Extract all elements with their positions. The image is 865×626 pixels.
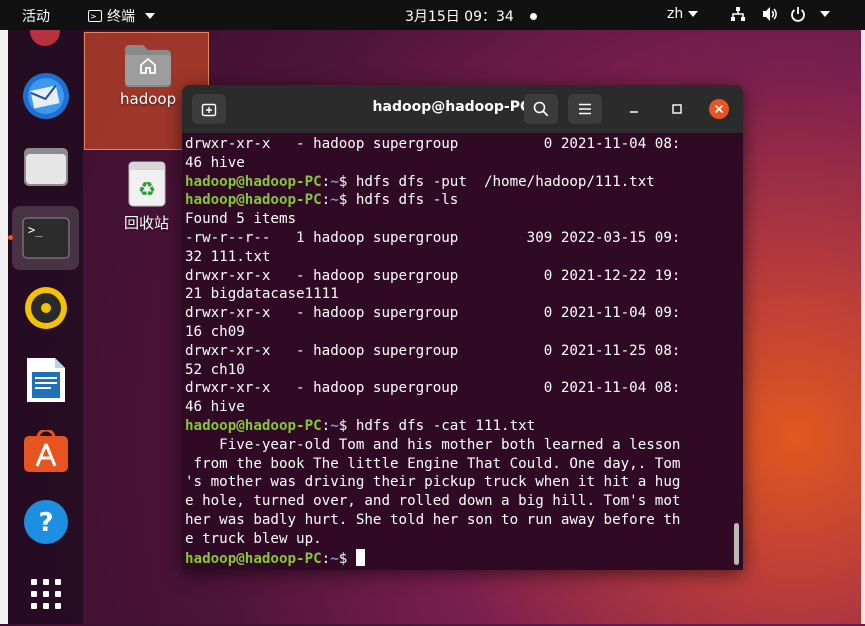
output-line: e hole, turned over, and rolled down a b… bbox=[185, 493, 681, 510]
command-text: $ bbox=[338, 550, 356, 567]
app-menu-label: 终端 bbox=[107, 9, 135, 25]
running-indicator-icon bbox=[8, 235, 13, 240]
menu-button[interactable] bbox=[568, 94, 602, 124]
power-icon bbox=[791, 7, 805, 22]
app-menu[interactable]: > 终端 bbox=[88, 6, 155, 26]
dock: >_ ? bbox=[8, 30, 83, 624]
maximize-button[interactable] bbox=[667, 99, 687, 119]
window-frame-edge bbox=[0, 30, 8, 624]
output-line: 16 ch09 bbox=[185, 323, 245, 340]
command-text: $ hdfs dfs -ls bbox=[338, 192, 459, 209]
output-line: Five-year-old Tom and his mother both le… bbox=[185, 436, 681, 453]
home-folder-icon bbox=[125, 45, 171, 87]
output-line: Found 5 items bbox=[185, 211, 297, 228]
output-line: 32 111.txt bbox=[185, 248, 271, 265]
trash-icon: ♻ bbox=[128, 161, 166, 207]
terminal-header-bar[interactable]: hadoop@hadoop-PC: ~ bbox=[182, 85, 743, 133]
search-icon bbox=[533, 101, 549, 117]
svg-text:♻: ♻ bbox=[138, 177, 156, 201]
prompt-user: hadoop@hadoop-PC bbox=[185, 173, 322, 190]
output-line: 's mother was driving their pickup truck… bbox=[185, 474, 681, 491]
chevron-down-icon bbox=[145, 13, 155, 19]
writer-icon[interactable] bbox=[8, 348, 83, 412]
command-text: $ hdfs dfs -put /home/hadoop/111.txt bbox=[338, 173, 655, 190]
output-line: -rw-r--r-- 1 hadoop supergroup 309 2022-… bbox=[185, 229, 681, 246]
dock-partial-icon[interactable] bbox=[30, 30, 60, 46]
clock[interactable]: 3月15日 09：34 bbox=[405, 6, 537, 26]
show-applications-icon[interactable] bbox=[8, 562, 83, 626]
terminal-window[interactable]: hadoop@hadoop-PC: ~ drwxr-xr-x - hadoop … bbox=[182, 85, 743, 570]
minimize-button[interactable] bbox=[624, 99, 644, 119]
top-bar: 活动 > 终端 3月15日 09：34 zh bbox=[0, 0, 865, 30]
power-menu[interactable] bbox=[790, 6, 831, 26]
command-text: $ hdfs dfs -cat 111.txt bbox=[338, 417, 536, 434]
prompt-user: hadoop@hadoop-PC bbox=[185, 192, 322, 209]
hamburger-menu-icon bbox=[579, 103, 591, 115]
prompt-line: hadoop@hadoop-PC:~$ hdfs dfs -put /home/… bbox=[185, 173, 730, 192]
output-line: drwxr-xr-x - hadoop supergroup 0 2021-11… bbox=[185, 380, 681, 397]
activities-button[interactable]: 活动 bbox=[22, 6, 50, 26]
volume-icon[interactable] bbox=[762, 6, 779, 26]
output-line: 21 bigdatacase1111 bbox=[185, 286, 339, 303]
network-icon[interactable] bbox=[730, 6, 746, 26]
terminal-dock-icon[interactable]: >_ bbox=[12, 206, 79, 270]
close-icon bbox=[714, 104, 724, 114]
terminal-scrollbar[interactable] bbox=[734, 523, 739, 565]
svg-text:?: ? bbox=[38, 508, 53, 538]
chevron-down-icon bbox=[820, 11, 831, 17]
prompt-user: hadoop@hadoop-PC bbox=[185, 550, 322, 567]
window-frame-right bbox=[861, 0, 865, 624]
maximize-icon bbox=[672, 104, 682, 114]
output-line: 46 hive bbox=[185, 399, 245, 416]
output-line: 46 hive bbox=[185, 154, 245, 171]
prompt-line: hadoop@hadoop-PC:~$ bbox=[185, 548, 730, 568]
files-icon[interactable] bbox=[8, 134, 83, 198]
output-line: 52 ch10 bbox=[185, 361, 245, 378]
terminal-icon: > bbox=[88, 10, 102, 22]
output-line: drwxr-xr-x - hadoop supergroup 0 2021-12… bbox=[185, 267, 681, 284]
svg-text:>_: >_ bbox=[28, 223, 43, 237]
search-button[interactable] bbox=[524, 94, 558, 124]
rhythmbox-icon[interactable] bbox=[8, 276, 83, 340]
desktop-home-label: hadoop bbox=[120, 90, 177, 108]
help-icon[interactable]: ? bbox=[8, 490, 83, 554]
prompt-line: hadoop@hadoop-PC:~$ hdfs dfs -ls bbox=[185, 191, 730, 210]
prompt-colon: : bbox=[321, 550, 331, 567]
output-line: drwxr-xr-x - hadoop supergroup 0 2021-11… bbox=[185, 305, 681, 322]
prompt-user: hadoop@hadoop-PC bbox=[185, 417, 322, 434]
thunderbird-icon[interactable] bbox=[8, 64, 83, 128]
terminal-output[interactable]: drwxr-xr-x - hadoop supergroup 0 2021-11… bbox=[185, 135, 730, 570]
minimize-icon bbox=[630, 111, 638, 113]
output-line: drwxr-xr-x - hadoop supergroup 0 2021-11… bbox=[185, 136, 681, 152]
chevron-down-icon bbox=[688, 11, 699, 17]
output-line: her was badly hurt. She told her son to … bbox=[185, 511, 681, 528]
prompt-colon: : bbox=[321, 417, 331, 434]
notification-dot-icon bbox=[529, 12, 537, 20]
output-line: drwxr-xr-x - hadoop supergroup 0 2021-11… bbox=[185, 342, 681, 359]
prompt-colon: : bbox=[321, 173, 331, 190]
output-line: e truck blew up. bbox=[185, 530, 322, 547]
clock-text: 3月15日 09：34 bbox=[405, 9, 514, 25]
text-cursor bbox=[355, 548, 365, 566]
prompt-path: ~ bbox=[330, 192, 339, 209]
prompt-line: hadoop@hadoop-PC:~$ hdfs dfs -cat 111.tx… bbox=[185, 417, 730, 436]
output-line: from the book The little Engine That Cou… bbox=[185, 455, 681, 472]
desktop-trash-label: 回收站 bbox=[124, 214, 170, 232]
software-center-icon[interactable] bbox=[8, 420, 83, 484]
language-label: zh bbox=[667, 6, 684, 22]
prompt-path: ~ bbox=[330, 173, 339, 190]
prompt-path: ~ bbox=[330, 550, 339, 567]
close-button[interactable] bbox=[709, 99, 729, 119]
prompt-colon: : bbox=[321, 192, 331, 209]
input-method-menu[interactable]: zh bbox=[667, 6, 699, 22]
prompt-path: ~ bbox=[330, 417, 339, 434]
terminal-title: hadoop@hadoop-PC: ~ bbox=[372, 99, 553, 115]
